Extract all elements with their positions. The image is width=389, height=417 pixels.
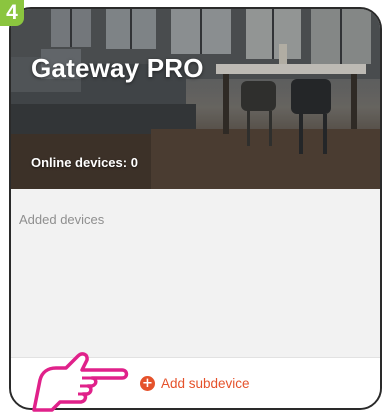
gateway-title: Gateway PRO xyxy=(31,53,204,83)
added-devices-label: Added devices xyxy=(19,212,105,227)
plus-circle-icon: + xyxy=(140,376,155,391)
add-subdevice-label: Add subdevice xyxy=(161,376,250,391)
online-devices-status: Online devices: 0 xyxy=(31,155,138,170)
add-subdevice-button[interactable]: + Add subdevice xyxy=(138,374,252,393)
gateway-header-image: Gateway PRO Online devices: 0 xyxy=(11,9,380,189)
pointing-hand-icon xyxy=(32,352,129,412)
screenshot-canvas: 4 Gateway PRO Online devices: 0 Added de… xyxy=(0,0,389,417)
step-number-badge: 4 xyxy=(0,0,24,26)
